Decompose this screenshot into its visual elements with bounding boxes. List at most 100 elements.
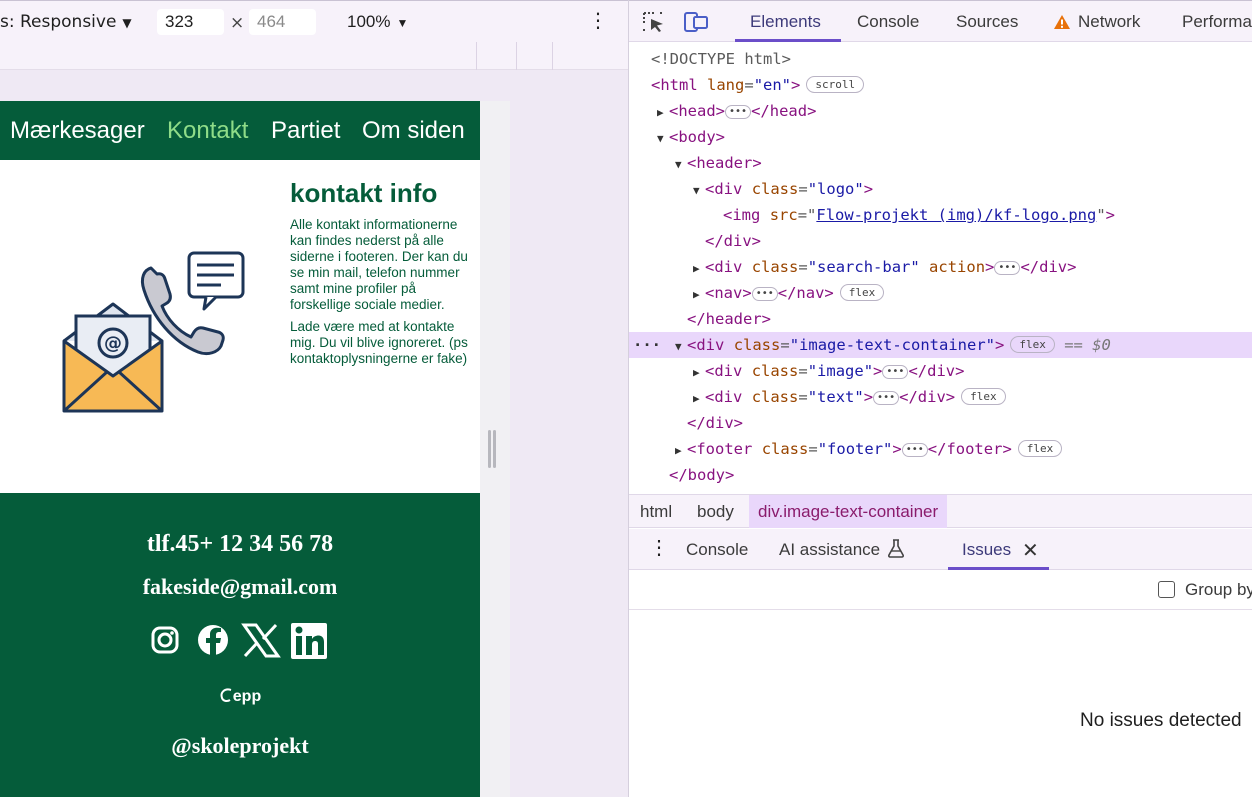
dom-node-img[interactable]: <img src="Flow-projekt (img)/kf-logo.png…: [629, 202, 1252, 228]
dom-node-head[interactable]: ▶ <head> ••• </head>: [629, 98, 1252, 124]
media-query-segment[interactable]: [552, 42, 553, 70]
chat-bubble-icon: [187, 251, 245, 311]
nav-link-om-siden[interactable]: Om siden: [362, 117, 465, 145]
dom-node-header-close[interactable]: </header>: [629, 306, 1252, 332]
drawer-tab-ai-assistance[interactable]: AI assistance: [779, 540, 880, 560]
src-link[interactable]: Flow-projekt (img)/kf-logo.png: [816, 206, 1096, 224]
tag-name: div: [714, 258, 743, 276]
attr-value: "en": [753, 76, 792, 94]
expand-arrow-icon[interactable]: ▶: [693, 360, 705, 386]
collapse-arrow-icon[interactable]: ▼: [675, 152, 687, 178]
tab-network[interactable]: Network: [1078, 12, 1140, 32]
dom-node-div-close[interactable]: </div>: [629, 228, 1252, 254]
tag-name: body: [678, 128, 716, 146]
attr-name: class: [761, 440, 809, 458]
media-query-segment[interactable]: [516, 42, 552, 70]
expand-arrow-icon[interactable]: ▶: [657, 100, 669, 126]
tag-name: header: [696, 154, 753, 172]
ellipsis-badge[interactable]: •••: [882, 365, 909, 379]
issues-toolbar: Group by: [629, 570, 1252, 610]
nav-link-maerkesager[interactable]: Mærkesager: [10, 117, 145, 145]
dom-node-footer[interactable]: ▶ <footer class="footer"> ••• </footer> flex: [629, 436, 1252, 462]
breadcrumb-body[interactable]: body: [688, 495, 743, 528]
attr-value: "logo": [807, 180, 864, 198]
attr-value: "search-bar": [807, 258, 920, 276]
viewport-resize-handle[interactable]: [488, 430, 498, 470]
devtools-tabbar: Elements Console Sources Network Perform…: [629, 0, 1252, 42]
collapse-arrow-icon[interactable]: ▼: [693, 178, 705, 204]
attr-name: class: [751, 180, 799, 198]
footer-email[interactable]: fakeside@gmail.com: [0, 574, 480, 600]
dom-node-nav[interactable]: ▶ <nav> ••• </nav> flex: [629, 280, 1252, 306]
tab-performance[interactable]: Performa: [1182, 12, 1252, 32]
flex-badge[interactable]: flex: [839, 284, 885, 301]
scroll-badge[interactable]: scroll: [806, 76, 865, 93]
dom-node-header[interactable]: ▼ <header>: [629, 150, 1252, 176]
dom-node-body-close[interactable]: </body>: [629, 462, 1252, 488]
group-by-checkbox[interactable]: [1158, 581, 1175, 598]
breadcrumb-html[interactable]: html: [631, 495, 681, 528]
drawer-tab-issues[interactable]: Issues: [962, 540, 1011, 560]
media-query-segment[interactable]: [476, 42, 516, 70]
tab-sources[interactable]: Sources: [956, 12, 1018, 32]
x-icon[interactable]: [241, 623, 281, 658]
instagram-icon[interactable]: [151, 626, 179, 654]
expand-arrow-icon[interactable]: ▶: [675, 438, 687, 464]
nav-link-kontakt[interactable]: Kontakt: [167, 117, 248, 145]
media-query-bar[interactable]: [0, 42, 628, 70]
ellipsis-badge[interactable]: •••: [751, 287, 778, 301]
devtools-panel: Elements Console Sources Network Perform…: [628, 0, 1252, 797]
dom-node-doctype[interactable]: <!DOCTYPE html>: [629, 46, 1252, 72]
tag-name: div: [723, 232, 752, 250]
collapse-arrow-icon[interactable]: ▼: [657, 126, 669, 152]
ellipsis-badge[interactable]: •••: [725, 105, 752, 119]
device-toolbar-icon[interactable]: [684, 11, 708, 33]
expand-arrow-icon[interactable]: ▶: [693, 282, 705, 308]
nav-link-partiet[interactable]: Partiet: [271, 117, 340, 145]
chevron-down-icon: ▼: [122, 16, 132, 30]
width-input[interactable]: 323: [157, 9, 224, 35]
no-issues-message: No issues detected: [1080, 710, 1242, 731]
ellipsis-badge[interactable]: •••: [873, 391, 900, 405]
linkedin-icon[interactable]: [291, 623, 327, 659]
group-by-label[interactable]: Group by: [1185, 580, 1252, 600]
dom-node-div-logo[interactable]: ▼ <div class="logo">: [629, 176, 1252, 202]
attr-name: src: [769, 206, 798, 224]
expand-arrow-icon[interactable]: ▶: [693, 386, 705, 412]
flex-badge[interactable]: flex: [1010, 336, 1055, 353]
flex-badge[interactable]: flex: [1017, 440, 1063, 457]
tab-elements[interactable]: Elements: [750, 12, 821, 32]
attr-value: "footer": [817, 440, 893, 458]
attr-value: "image-text-container": [789, 336, 996, 354]
height-input[interactable]: 464: [249, 9, 316, 35]
facebook-icon[interactable]: [198, 625, 228, 655]
device-select-label: s: Responsive: [0, 12, 117, 32]
ellipsis-badge[interactable]: •••: [994, 261, 1021, 275]
flex-badge[interactable]: flex: [961, 388, 1006, 405]
more-actions-icon[interactable]: ···: [633, 332, 661, 358]
tag-name: body: [687, 466, 725, 484]
breadcrumb-selected-div[interactable]: div.image-text-container: [749, 495, 948, 528]
ellipsis-badge[interactable]: •••: [901, 443, 928, 457]
dom-node-div-search-bar[interactable]: ▶ <div class="search-bar" action> ••• </div…: [629, 254, 1252, 280]
drawer-menu-icon[interactable]: ⋮: [649, 538, 669, 558]
more-options-icon[interactable]: ⋮: [588, 10, 608, 30]
attr-name: class: [751, 362, 799, 380]
contact-paragraph: Alle kontakt informationerne kan findes …: [290, 217, 468, 312]
drawer-tab-console[interactable]: Console: [686, 540, 748, 560]
dom-node-div-close[interactable]: </div>: [629, 410, 1252, 436]
close-icon[interactable]: ✕: [1022, 538, 1039, 563]
expand-arrow-icon[interactable]: ▶: [693, 256, 705, 282]
dom-node-div-image[interactable]: ▶ <div class="image"> ••• </div>: [629, 358, 1252, 384]
dom-node-html[interactable]: <html lang="en"> scroll: [629, 72, 1252, 98]
dom-node-body[interactable]: ▼ <body>: [629, 124, 1252, 150]
collapse-arrow-icon[interactable]: ▼: [675, 334, 687, 360]
dom-node-div-text[interactable]: ▶ <div class="text"> ••• </div> flex: [629, 384, 1252, 410]
zoom-select[interactable]: 100% ▼: [347, 12, 408, 32]
inspect-element-icon[interactable]: [642, 11, 666, 33]
attr-name: class: [733, 336, 781, 354]
tab-console[interactable]: Console: [857, 12, 919, 32]
dom-node-image-text-container[interactable]: ··· ▼ <div class="image-text-container"> fl…: [629, 332, 1252, 358]
device-select[interactable]: s: Responsive ▼: [0, 12, 132, 32]
tag-name: head: [769, 102, 808, 120]
